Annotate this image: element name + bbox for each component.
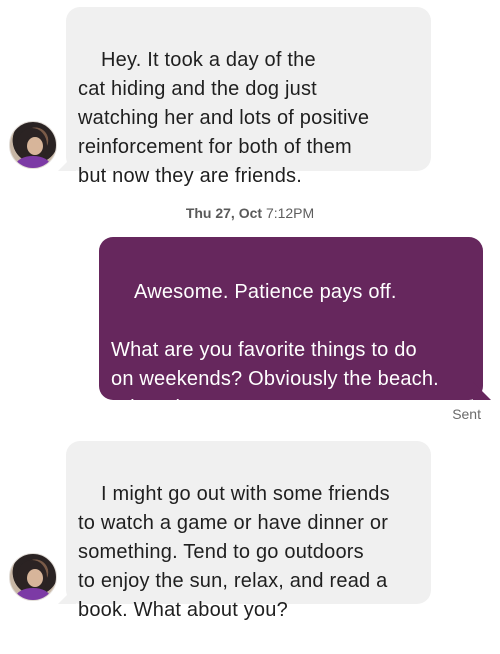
avatar-shirt — [16, 156, 50, 168]
outgoing-message-bubble[interactable]: Awesome. Patience pays off. What are you… — [99, 237, 483, 419]
chat-thread: Hey. It took a day of the cat hiding and… — [0, 0, 500, 621]
incoming-message-text: I might go out with some friends to watc… — [78, 483, 390, 621]
sent-status: Sent — [452, 406, 481, 422]
incoming-message-text: Hey. It took a day of the cat hiding and… — [78, 49, 370, 187]
contact-avatar[interactable] — [9, 121, 57, 169]
incoming-message-bubble[interactable]: Hey. It took a day of the cat hiding and… — [66, 7, 431, 187]
timestamp-date: Thu 27, Oct — [185, 205, 263, 221]
contact-avatar[interactable] — [9, 553, 57, 601]
incoming-message-bubble[interactable]: I might go out with some friends to watc… — [66, 441, 431, 621]
avatar-shirt — [16, 588, 50, 600]
avatar-face — [27, 137, 43, 155]
message-timestamp: Thu 27, Oct 7:12PM — [0, 205, 500, 221]
outgoing-message-text: Awesome. Patience pays off. What are you… — [111, 281, 439, 419]
timestamp-time: 7:12PM — [265, 205, 315, 221]
avatar-face — [27, 569, 43, 587]
